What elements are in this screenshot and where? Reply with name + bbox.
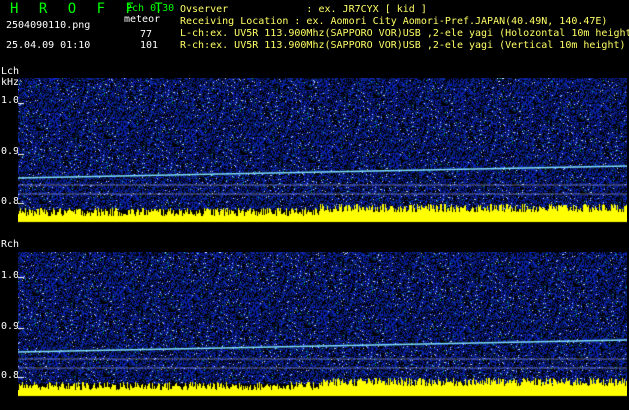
rch-count: 101 <box>140 40 159 51</box>
rch-label: Rch <box>1 239 20 250</box>
lch-freq-tick-1.0: 1.0 <box>1 95 20 106</box>
file-name: 2504090110.png <box>6 20 91 31</box>
rch-freq-tick-0.8: 0.8 <box>1 370 20 381</box>
lch-freq-tick-0.9: 0.9 <box>1 146 20 157</box>
lch-unit: kHz <box>1 77 20 88</box>
lch-label: Lch <box>1 66 20 77</box>
lch-freq-tick-0.8: 0.8 <box>1 196 20 207</box>
counter-label: meteor <box>124 14 161 25</box>
file-datetime: 25.04.09 01:10 <box>6 40 91 51</box>
rch-line: R-ch:ex. UV5R 113.900Mhz(SAPPORO VOR)USB… <box>180 40 626 51</box>
lch-line: L-ch:ex. UV5R 113.900Mhz(SAPPORO VOR)USB… <box>180 28 629 39</box>
lch-count: 77 <box>140 29 153 40</box>
rch-spectrogram <box>18 252 627 402</box>
observer-line: Ovserver : ex. JR7CYX [ kid ] <box>180 4 427 15</box>
rch-freq-tick-1.0: 1.0 <box>1 270 20 281</box>
location-line: Receiving Location : ex. Aomori City Aom… <box>180 16 608 27</box>
rch-freq-tick-0.9: 0.9 <box>1 321 20 332</box>
lch-spectrogram <box>18 78 627 228</box>
app-version: 2ch 0.30 <box>126 3 175 14</box>
